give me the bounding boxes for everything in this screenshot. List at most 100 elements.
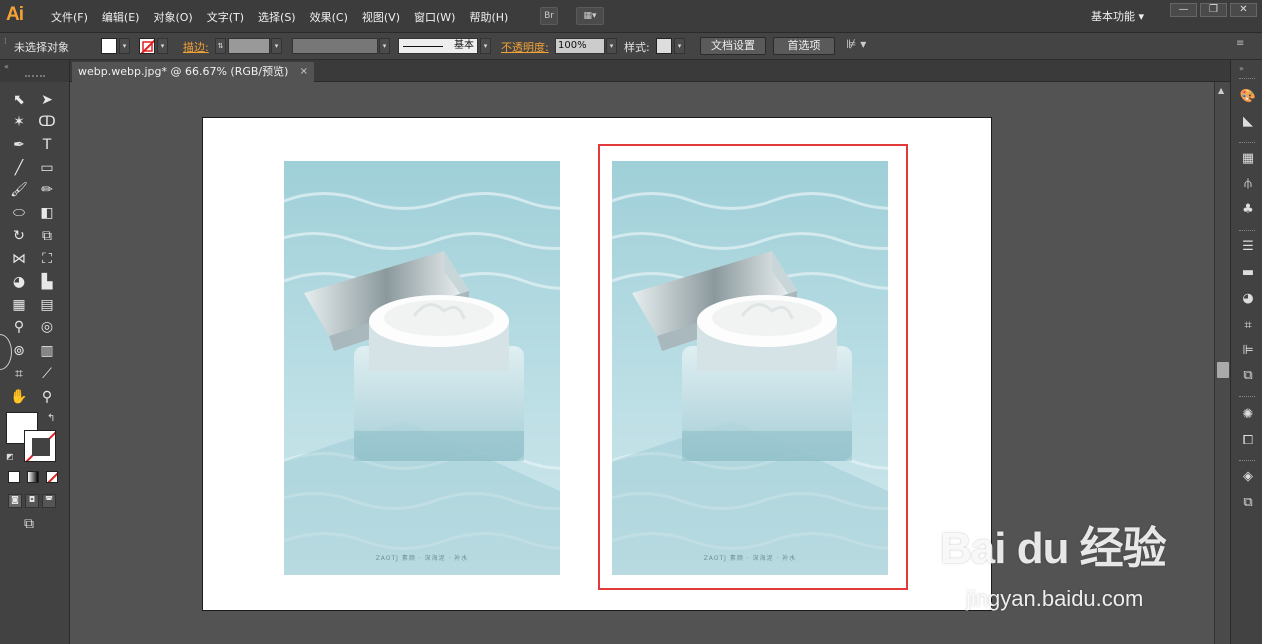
blob-brush-tool-icon[interactable]: ⬭ (8, 203, 30, 223)
slice-tool-icon[interactable]: ⟋ (36, 364, 58, 384)
brush-dropdown[interactable]: ▾ (480, 38, 491, 54)
magic-wand-tool-icon[interactable]: ✶ (8, 112, 30, 132)
stroke-dropdown[interactable]: ▾ (157, 38, 168, 54)
menu-type[interactable]: 文字(T) (200, 9, 251, 25)
width-tool-icon[interactable]: ⋈ (8, 249, 30, 269)
gradient-tool-icon[interactable]: ▤ (36, 295, 58, 315)
menu-effect[interactable]: 效果(C) (303, 9, 355, 25)
selection-tool-icon[interactable]: ⬉ (8, 90, 30, 110)
menu-select[interactable]: 选择(S) (251, 9, 303, 25)
stroke-swatch[interactable] (139, 38, 155, 54)
zoom-tool-icon[interactable]: ⚲ (36, 387, 58, 407)
vertical-scrollbar[interactable]: ▲ (1214, 82, 1230, 644)
artboard-tool-icon[interactable]: ⌗ (8, 364, 30, 384)
brush-definition-field[interactable]: 基本 (398, 38, 478, 54)
workspace-label: 基本功能 (1091, 10, 1135, 23)
collapse-panel-icon[interactable]: « (4, 62, 9, 71)
none-mode-button[interactable] (46, 471, 58, 483)
column-graph-tool-icon[interactable]: ▥ (36, 341, 58, 361)
transform-panel-icon[interactable]: ⌗ (1239, 317, 1257, 335)
document-setup-button[interactable]: 文档设置 (700, 37, 766, 55)
type-tool-icon[interactable]: T (36, 135, 58, 155)
scrollbar-thumb[interactable] (1217, 362, 1229, 378)
mesh-tool-icon[interactable]: ▦ (8, 295, 30, 315)
color-mode-button[interactable] (8, 471, 20, 483)
align-panel-icon[interactable]: ⊫ (1239, 342, 1257, 360)
menu-window[interactable]: 窗口(W) (407, 9, 462, 25)
arrange-documents-button[interactable]: ▦▾ (576, 7, 604, 25)
blend-tool-icon[interactable]: ◎ (36, 317, 58, 337)
expand-panels-icon[interactable]: » (1239, 64, 1244, 73)
stroke-panel-icon[interactable]: ☰ (1239, 238, 1257, 256)
appearance-panel-icon[interactable]: ✺ (1239, 406, 1257, 424)
shape-builder-tool-icon[interactable]: ◕ (8, 272, 30, 292)
hand-tool-icon[interactable]: ✋ (8, 387, 30, 407)
menu-help[interactable]: 帮助(H) (462, 9, 515, 25)
screen-mode-icon[interactable]: ⧉ (24, 516, 34, 532)
swatches-panel-icon[interactable]: ▦ (1239, 150, 1257, 168)
close-tab-icon[interactable]: × (300, 62, 308, 82)
no-stroke-icon (140, 39, 154, 53)
gradient-panel-icon[interactable]: ▬ (1239, 264, 1257, 282)
color-guide-panel-icon[interactable]: ◣ (1239, 113, 1257, 131)
pencil-tool-icon[interactable]: ✏ (36, 180, 58, 200)
stroke-color-box[interactable] (24, 430, 56, 462)
lasso-tool-icon[interactable]: ↀ (36, 112, 58, 132)
eyedropper-tool-icon[interactable]: ⚲ (8, 317, 30, 337)
menu-edit[interactable]: 编辑(E) (95, 9, 147, 25)
window-controls: — ❐ ✕ (1170, 3, 1257, 17)
restore-button[interactable]: ❐ (1200, 3, 1227, 17)
draw-inside-icon[interactable]: ◚ (42, 494, 56, 508)
brushes-panel-icon[interactable]: ⫛ (1239, 175, 1257, 193)
panel-menu-icon[interactable]: ≡ (1236, 38, 1244, 49)
document-tab[interactable]: webp.webp.jpg* @ 66.67% (RGB/预览) × (72, 62, 314, 82)
stroke-weight-dropdown[interactable]: ▾ (271, 38, 282, 54)
perspective-grid-tool-icon[interactable]: ▙ (36, 272, 58, 292)
menu-view[interactable]: 视图(V) (355, 9, 407, 25)
pen-tool-icon[interactable]: ✒ (8, 135, 30, 155)
transparency-panel-icon[interactable]: ◕ (1239, 290, 1257, 308)
fill-swatch[interactable] (101, 38, 117, 54)
graphic-style-dropdown[interactable]: ▾ (674, 38, 685, 54)
workspace-switcher[interactable]: 基本功能 ▾ (1091, 8, 1144, 24)
variable-width-dropdown[interactable]: ▾ (379, 38, 390, 54)
preferences-button[interactable]: 首选项 (773, 37, 835, 55)
close-window-button[interactable]: ✕ (1230, 3, 1257, 17)
opacity-field[interactable]: 100% (555, 38, 605, 54)
stroke-weight-field[interactable] (228, 38, 270, 54)
pathfinder-panel-icon[interactable]: ⧉ (1239, 367, 1257, 385)
variable-width-field[interactable] (292, 38, 378, 54)
draw-behind-icon[interactable]: ◘ (25, 494, 39, 508)
default-fill-stroke-icon[interactable]: ◩ (6, 452, 14, 461)
rotate-tool-icon[interactable]: ↻ (8, 226, 30, 246)
eraser-tool-icon[interactable]: ◧ (36, 203, 58, 223)
fill-dropdown[interactable]: ▾ (119, 38, 130, 54)
color-panel-icon[interactable]: 🎨 (1239, 88, 1257, 106)
direct-selection-tool-icon[interactable]: ➤ (36, 90, 58, 110)
draw-normal-icon[interactable]: ◙ (8, 494, 22, 508)
graphic-style-swatch[interactable] (656, 38, 672, 54)
opacity-dropdown[interactable]: ▾ (606, 38, 617, 54)
minimize-button[interactable]: — (1170, 3, 1197, 17)
artboards-panel-icon[interactable]: ⧉ (1239, 494, 1257, 512)
graphic-styles-panel-icon[interactable]: ⧠ (1239, 432, 1257, 450)
rectangle-tool-icon[interactable]: ▭ (36, 158, 58, 178)
paintbrush-tool-icon[interactable]: 🖌 (8, 180, 30, 200)
free-transform-tool-icon[interactable]: ⛶ (36, 249, 58, 269)
scroll-up-arrow-icon[interactable]: ▲ (1218, 86, 1224, 95)
symbols-panel-icon[interactable]: ♣ (1239, 201, 1257, 219)
line-tool-icon[interactable]: ╱ (8, 158, 30, 178)
swap-fill-stroke-icon[interactable]: ↰ (47, 413, 55, 424)
align-options-icon[interactable]: ⊯ ▾ (846, 37, 866, 51)
opacity-label[interactable]: 不透明度: (501, 39, 549, 55)
stroke-label[interactable]: 描边: (183, 39, 209, 55)
layers-panel-icon[interactable]: ◈ (1239, 468, 1257, 486)
product-image-left[interactable]: ZAOTJ 素颜 · 深海泥 · 补水 (284, 161, 560, 575)
scale-tool-icon[interactable]: ⧉ (36, 226, 58, 246)
menu-object[interactable]: 对象(O) (146, 9, 199, 25)
gradient-mode-button[interactable] (27, 471, 39, 483)
menu-file[interactable]: 文件(F) (44, 9, 95, 25)
stroke-weight-stepper[interactable]: ⇅ (215, 38, 226, 54)
artboard[interactable]: ZAOTJ 素颜 · 深海泥 · 补水 ZAOTJ 素颜 · 深海泥 · 补水 (202, 117, 992, 611)
bridge-button[interactable]: Br (540, 7, 558, 25)
